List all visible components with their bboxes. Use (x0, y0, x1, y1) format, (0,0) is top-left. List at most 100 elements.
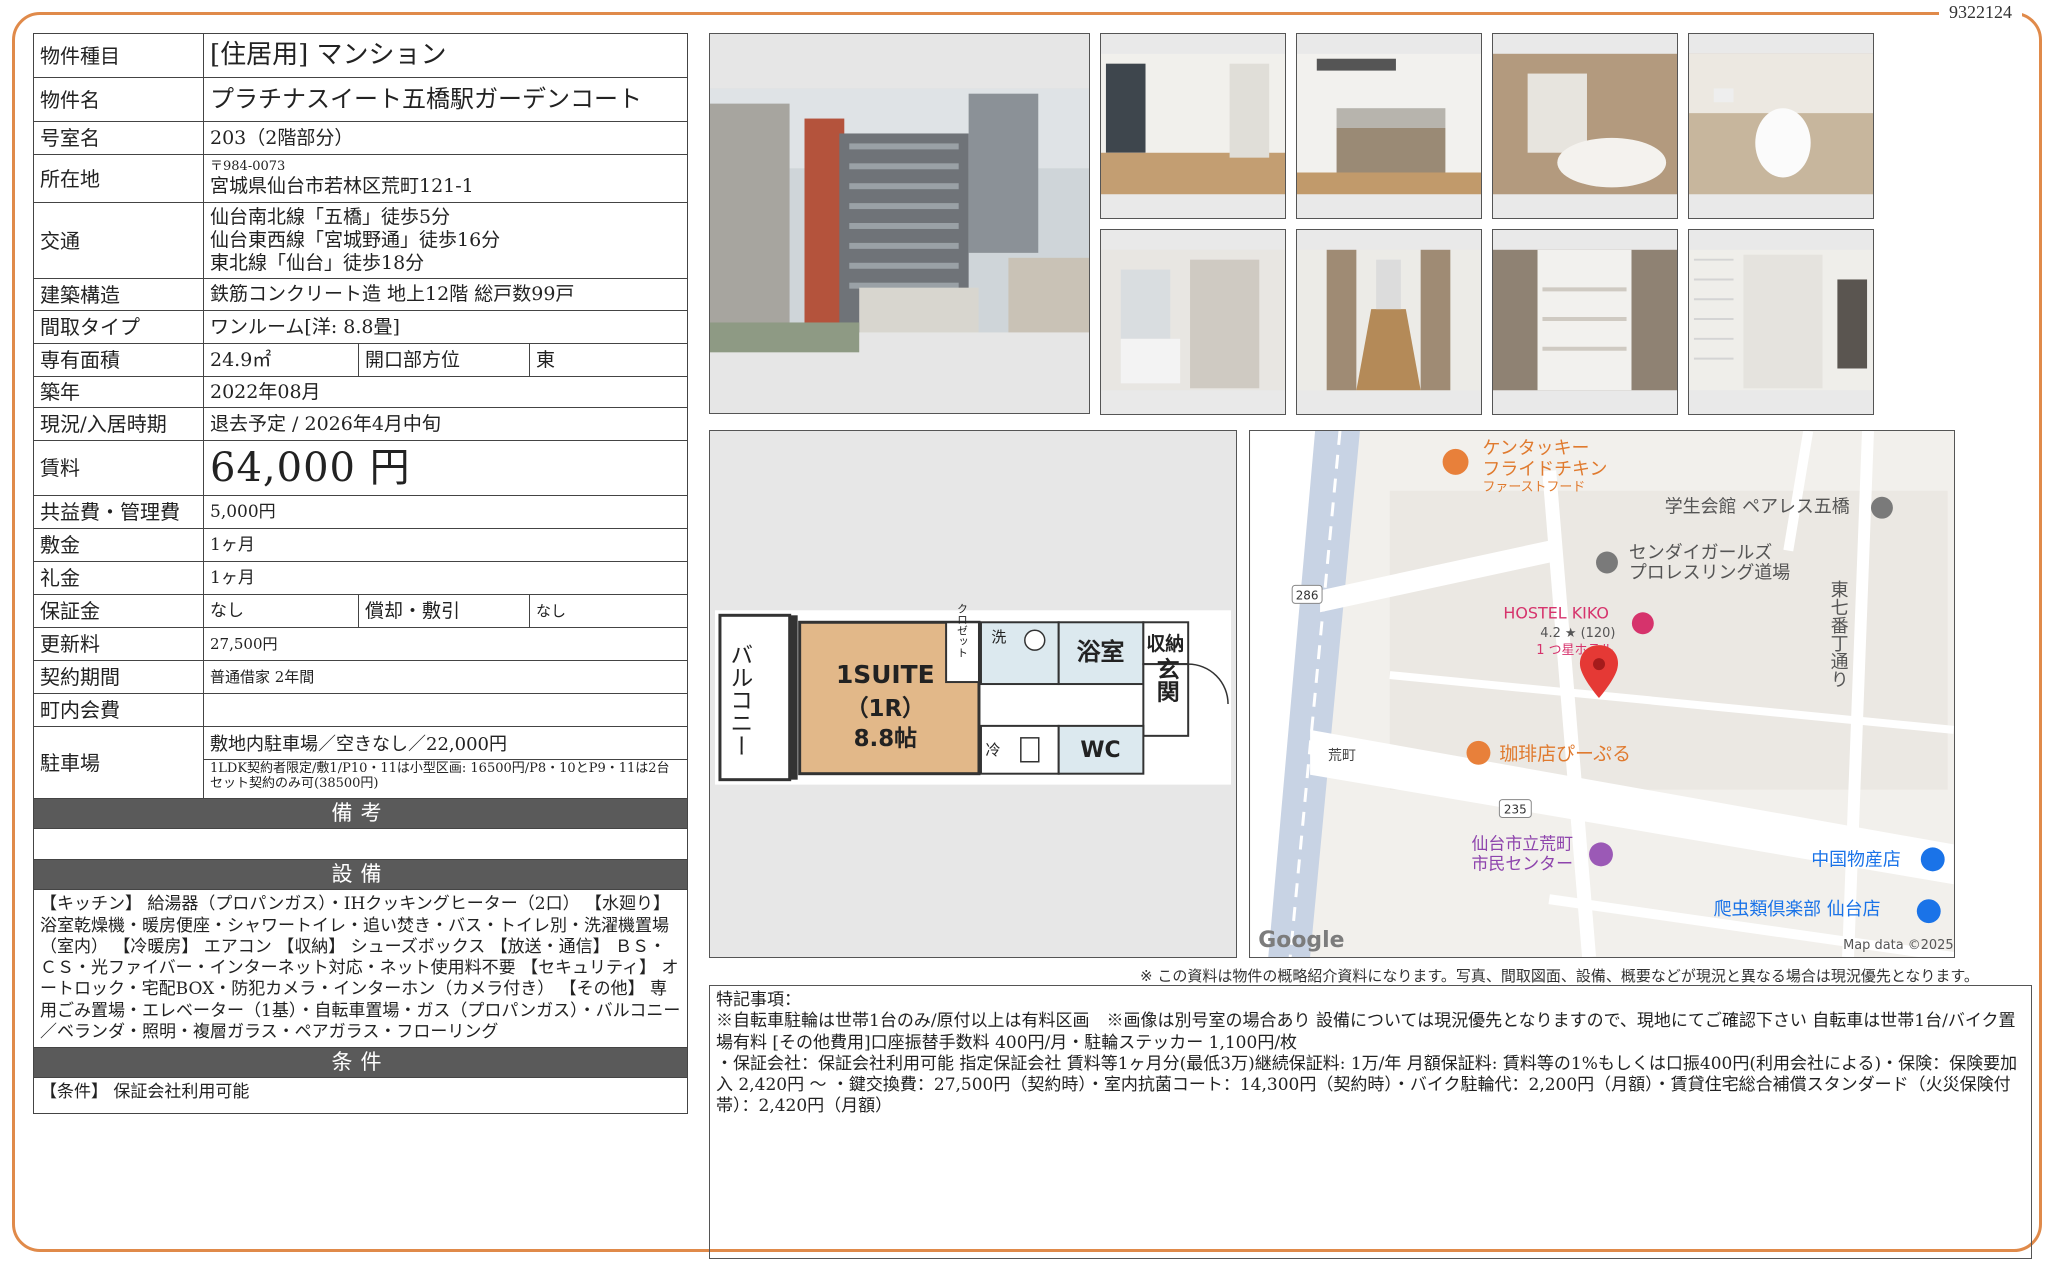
postal-code: 〒984-0073 (210, 159, 286, 175)
amort-label: 償却・敷引 (358, 594, 530, 628)
kitchen-photo (1296, 33, 1482, 219)
google-logo: Google (1258, 928, 1344, 953)
parking-value: 敷地内駐車場／空きなし／22,000円 (204, 731, 687, 760)
special-remarks-line: ※自転車駐輪は世帯1台のみ/原付以上は有料区画 ※画像は別号室の場合あり 設備に… (716, 1011, 2016, 1053)
mgmt-value: 5,000円 (203, 495, 688, 529)
map-label-kfc-2: フライドチキン (1482, 459, 1607, 480)
plan-fridge-label: 冷 (985, 741, 1000, 759)
room-label: 号室名 (33, 121, 204, 155)
plan-room-type: （1R） (846, 695, 925, 722)
toilet-photo (1688, 33, 1874, 219)
town-fee-value (203, 693, 688, 727)
map-label-cafe: 珈琲店ぴーぷる (1499, 743, 1631, 765)
orientation-label: 開口部方位 (358, 343, 530, 377)
map-label-reptile: 爬虫類倶楽部 仙台店 (1714, 899, 1881, 920)
transport-cell: 仙台南北線「五橋」徒歩5分 仙台東西線「宮城野通」徒歩16分 東北線「仙台」徒歩… (203, 202, 688, 279)
hallway-photo (1296, 229, 1482, 415)
map-label-kfc-1: ケンタッキー (1482, 438, 1589, 459)
rent-value: 64,000 円 (203, 440, 688, 496)
disclaimer-note: ※ この資料は物件の概略紹介資料になります。写真、間取図面、設備、概要などが現況… (1140, 967, 1979, 985)
layout-value: ワンルーム[洋: 8.8畳] (203, 310, 688, 344)
map-label-aramachi: 荒町 (1328, 748, 1356, 764)
key-money-label: 礼金 (33, 561, 204, 595)
remarks-empty-cell (33, 828, 688, 861)
map-label-route-286: 286 (1296, 588, 1319, 602)
map-label-route-235: 235 (1504, 803, 1527, 817)
plan-room-size: 8.8帖 (854, 726, 918, 752)
map-label-hostel-rating: 4.2 ★ (120) (1540, 626, 1615, 641)
area-label: 専有面積 (33, 343, 204, 377)
map-label-sendai-girls-2: プロレスリング道場 (1629, 562, 1790, 583)
status-value: 退去予定 / 2026年4月中旬 (203, 407, 688, 441)
map-label-center-1: 仙台市立荒町 (1471, 833, 1573, 853)
key-money-value: 1ヶ月 (203, 561, 688, 595)
map-label-center-2: 市民センター (1471, 853, 1573, 873)
plan-balcony-label: バルコニー (726, 643, 752, 758)
address-cell: 〒984-0073 宮城県仙台市若林区荒町121-1 (203, 154, 688, 203)
special-remarks: 特記事項： ※自転車駐輪は世帯1台のみ/原付以上は有料区画 ※画像は別号室の場合… (709, 985, 2032, 1259)
equipment-text: 【キッチン】 給湯器（プロパンガス）・IHクッキングヒーター（2口） 【水廻り】… (33, 889, 688, 1049)
document-id: 9322124 (1939, 2, 2022, 23)
guarantee-value: なし (203, 594, 359, 628)
map-label-chinese: 中国物産店 (1811, 849, 1901, 870)
renewal-value: 27,500円 (203, 627, 688, 661)
structure-value: 鉄筋コンクリート造 地上12階 総戸数99戸 (203, 278, 688, 311)
type-label: 物件種目 (33, 33, 204, 78)
plan-bath-label: 浴室 (1077, 638, 1125, 666)
orientation-value: 東 (529, 343, 688, 377)
guarantee-label: 保証金 (33, 594, 204, 628)
bathroom-photo (1492, 33, 1678, 219)
plan-storage-label: 収納 (1146, 632, 1184, 655)
closet-photo (1688, 229, 1874, 415)
equipment-header: 設備 (33, 859, 688, 891)
structure-label: 建築構造 (33, 278, 204, 311)
town-fee-label: 町内会費 (33, 693, 204, 727)
parking-label: 駐車場 (33, 726, 204, 799)
rent-label: 賃料 (33, 440, 204, 496)
mgmt-label: 共益費・管理費 (33, 495, 204, 529)
special-remarks-line: ・保証会社：保証会社利用可能 指定保証会社 賃料等1ヶ月分(最低3万)継続保証料… (716, 1053, 2018, 1117)
conditions-header: 条件 (33, 1047, 688, 1079)
living-room-photo (1100, 33, 1286, 219)
plan-entrance-label: 玄関 (1152, 656, 1179, 703)
plan-closet-label: クロゼット (956, 603, 969, 658)
room-value: 203（2階部分） (203, 121, 688, 155)
conditions-text: 【条件】 保証会社利用可能 (33, 1077, 688, 1115)
plan-wc-label: WC (1080, 738, 1120, 763)
renewal-label: 更新料 (33, 627, 204, 661)
deposit-label: 敷金 (33, 528, 204, 562)
special-remarks-title: 特記事項： (716, 990, 801, 1010)
built-label: 築年 (33, 376, 204, 408)
parking-note: 1LDK契約者限定/敷1/P10・11は小型区画: 16500円/P8・10とP… (210, 760, 670, 791)
built-value: 2022年08月 (203, 376, 688, 408)
map-label-kfc-3: ファーストフード (1482, 480, 1585, 495)
map-label-gakusei: 学生会館 ペアレス五橋 (1665, 497, 1850, 518)
transport-label: 交通 (33, 202, 204, 279)
amort-value: なし (529, 594, 688, 628)
map-label-sendai-girls-1: センダイガールズ (1629, 543, 1772, 564)
transport-line: 仙台東西線「宮城野通」徒歩16分 (210, 229, 501, 252)
property-spec-table: 物件種目 [住居用] マンション 物件名 プラチナスイート五橋駅ガーデンコート 号室… (33, 33, 688, 1115)
building-exterior-photo (709, 33, 1090, 414)
plan-wash-label: 洗 (991, 628, 1006, 646)
deposit-value: 1ヶ月 (203, 528, 688, 562)
shoebox-photo (1492, 229, 1678, 415)
contract-value: 普通借家 2年間 (203, 660, 688, 694)
status-label: 現況/入居時期 (33, 407, 204, 441)
layout-label: 間取タイプ (33, 310, 204, 344)
name-value: プラチナスイート五橋駅ガーデンコート (203, 77, 688, 122)
remarks-header: 備考 (33, 797, 688, 830)
parking-cell: 敷地内駐車場／空きなし／22,000円 1LDK契約者限定/敷1/P10・11は… (203, 726, 688, 799)
contract-label: 契約期間 (33, 660, 204, 694)
washroom-photo (1100, 229, 1286, 415)
floor-plan: バルコニー 1SUITE （1R） 8.8帖 クロゼット 洗 浴室 収納 玄関 … (709, 430, 1237, 958)
map-label-street: 東七番丁通り (1828, 580, 1849, 688)
transport-line: 仙台南北線「五橋」徒歩5分 (210, 206, 451, 229)
area-map: ケンタッキー フライドチキン ファーストフード 学生会館 ペアレス五橋 センダイ… (1249, 430, 1955, 958)
type-value: [住居用] マンション (203, 33, 688, 78)
name-label: 物件名 (33, 77, 204, 122)
plan-room-name: 1SUITE (836, 660, 935, 689)
address-label: 所在地 (33, 154, 204, 203)
address-value: 宮城県仙台市若林区荒町121-1 (210, 174, 474, 197)
map-data-credit: Map data ©2025 (1843, 938, 1954, 953)
